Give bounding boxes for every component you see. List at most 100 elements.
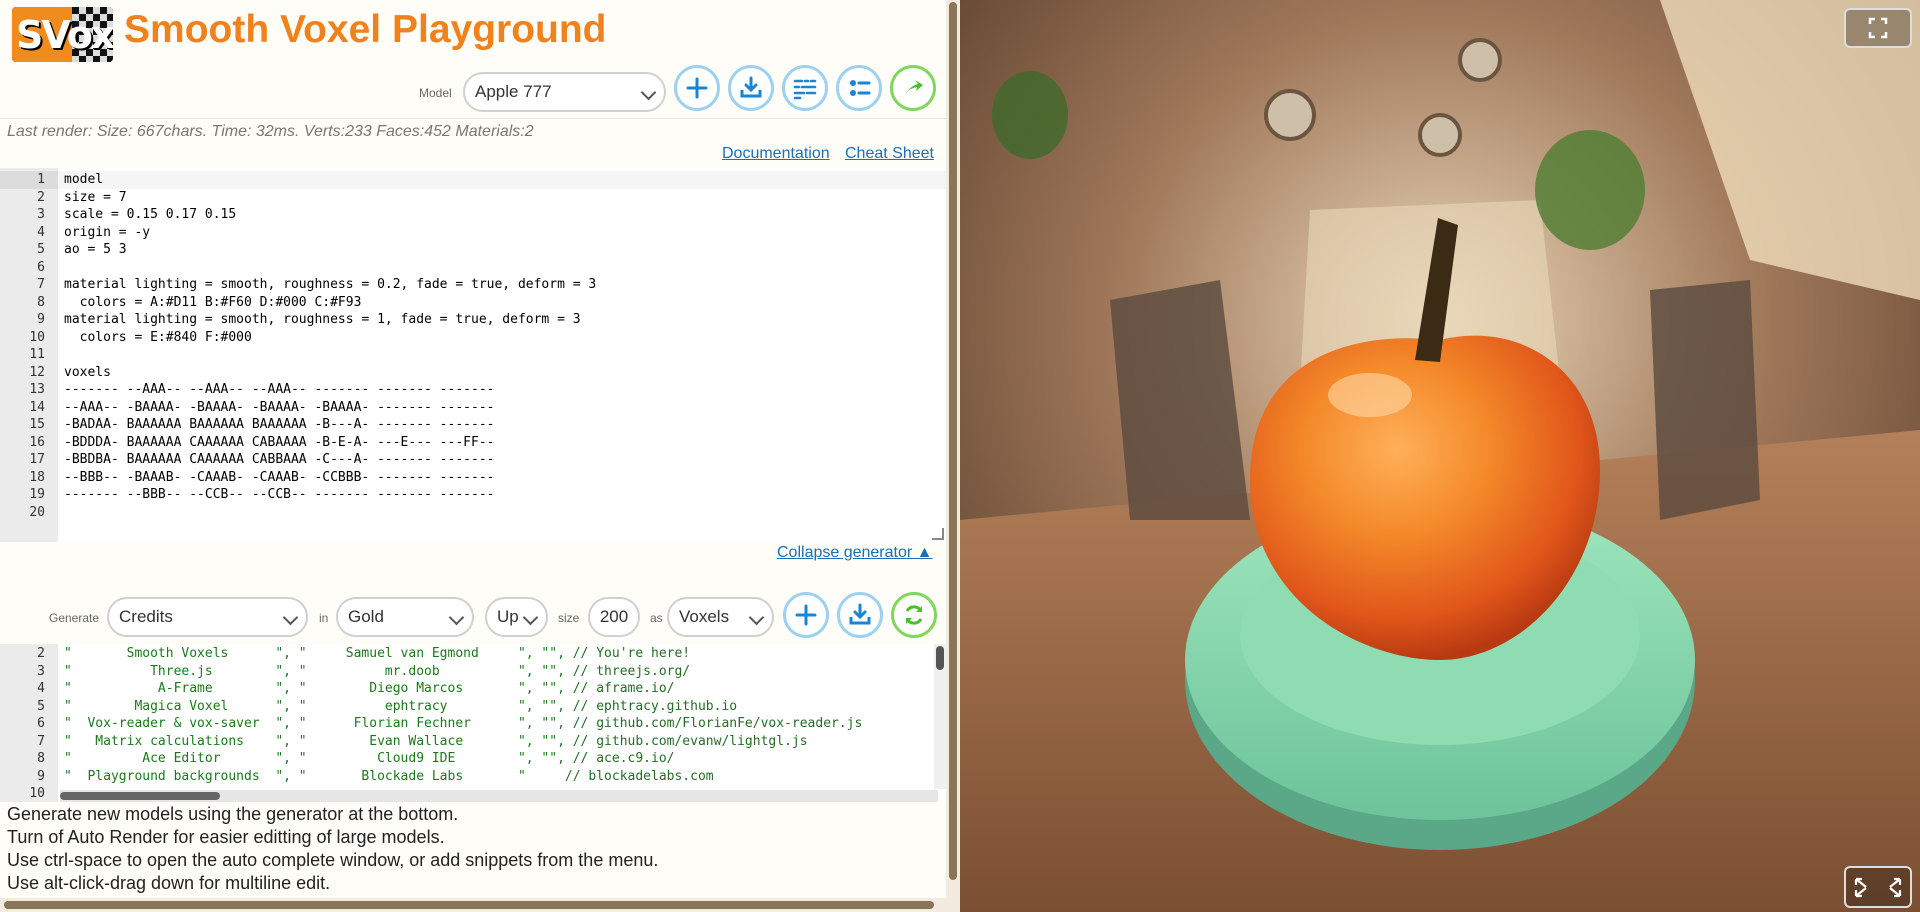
size-input[interactable]: 200 — [588, 597, 640, 637]
code-line[interactable]: 8 colors = A:#D11 B:#F60 D:#000 C:#F93 — [0, 294, 946, 312]
generator-code-editor[interactable]: 2 " Smooth Voxels ", " Samuel van Egmond … — [0, 644, 946, 802]
credit-strings: " Three.js ", " mr.doob ", "", — [64, 663, 573, 679]
code-line[interactable]: 18 --BBB-- -BAAAB- -CAAAB- -CAAAB- -CCBBB… — [0, 469, 946, 487]
credit-comment: // You're here! — [572, 646, 691, 661]
credits-line[interactable]: 5 " Magica Voxel ", " ephtracy ", "", // … — [0, 698, 946, 716]
size-label: size — [558, 611, 580, 625]
panel-vertical-scrollbar[interactable] — [946, 0, 960, 912]
cheat-sheet-link[interactable]: Cheat Sheet — [845, 145, 934, 163]
code-line[interactable]: 6 — [0, 259, 946, 277]
line-number: 4 — [37, 681, 45, 696]
code-text: ao = 5 3 — [64, 242, 127, 257]
expand-view-button[interactable] — [1844, 866, 1912, 908]
code-line[interactable]: 14 --AAA-- -BAAAA- -BAAAA- -BAAAA- -BAAAA… — [0, 399, 946, 417]
generate-new-button[interactable] — [783, 592, 829, 638]
credits-line[interactable]: 8 " Ace Editor ", " Cloud9 IDE ", "", // … — [0, 750, 946, 768]
line-number: 18 — [29, 469, 45, 485]
code-text: " A-Frame ", " Diego Marcos ", "", // af… — [64, 680, 674, 698]
credits-line[interactable]: 7 " Matrix calculations ", " Evan Wallace… — [0, 733, 946, 751]
generate-type-select[interactable]: Credits — [107, 597, 308, 637]
fullscreen-button[interactable] — [1844, 8, 1912, 48]
code-line[interactable]: 12 voxels — [0, 364, 946, 382]
output-format-select[interactable]: Voxels — [667, 597, 774, 637]
scroll-thumb[interactable] — [60, 792, 220, 800]
right-chair — [1650, 280, 1760, 520]
code-line[interactable]: 9 material lighting = smooth, roughness =… — [0, 311, 946, 329]
code-button[interactable] — [782, 65, 828, 111]
status-bar: Last render: Size: 667chars. Time: 32ms.… — [0, 118, 946, 170]
code-line[interactable]: 3 scale = 0.15 0.17 0.15 — [0, 206, 946, 224]
line-number: 14 — [29, 399, 45, 415]
code-text: " Vox-reader & vox-saver ", " Florian Fe… — [64, 715, 862, 733]
code-text: --BBB-- -BAAAB- -CAAAB- -CAAAB- -CCBBB- … — [64, 469, 495, 485]
logo-text: SVox — [16, 13, 113, 57]
line-number: 20 — [29, 504, 45, 520]
3d-viewport[interactable] — [960, 0, 1920, 912]
scroll-thumb[interactable] — [949, 2, 957, 880]
code-text: origin = -y — [64, 224, 151, 240]
code-line[interactable]: 20 — [0, 504, 946, 522]
download-button[interactable] — [728, 65, 774, 111]
output-format-value: Voxels — [679, 607, 730, 626]
code-line[interactable]: 7 material lighting = smooth, roughness =… — [0, 276, 946, 294]
credit-comment: // ephtracy.github.io — [572, 698, 738, 714]
left-plant — [992, 71, 1068, 159]
direction-select[interactable]: Up — [485, 597, 548, 637]
arrow-right-icon — [905, 80, 923, 94]
credits-line[interactable]: 3 " Three.js ", " mr.doob ", "", // three… — [0, 663, 946, 681]
code-line[interactable]: 2 size = 7 — [0, 189, 946, 207]
regenerate-button[interactable] — [891, 592, 937, 638]
line-number: 8 — [37, 294, 45, 310]
code-line[interactable]: 16 -BDDDA- BAAAAAA CAAAAAA CABAAAA -B-E-A… — [0, 434, 946, 452]
code-text: " Magica Voxel ", " ephtracy ", "", // e… — [64, 698, 737, 716]
line-number: 3 — [37, 207, 45, 222]
code-line[interactable]: 11 — [0, 346, 946, 364]
code-text: ------- --AAA-- --AAA-- --AAA-- ------- … — [64, 382, 495, 397]
help-line: Use alt-click-drag down for multiline ed… — [7, 873, 331, 893]
line-number: 9 — [37, 312, 45, 327]
code-line[interactable]: 17 -BBDBA- BAAAAAA CAAAAAA CABBAAA -C---A… — [0, 451, 946, 469]
scene-render — [960, 0, 1920, 912]
resize-handle[interactable] — [932, 528, 944, 540]
settings-button[interactable] — [836, 65, 882, 111]
editor-vertical-scrollbar[interactable] — [934, 644, 946, 789]
chevron-down-icon — [522, 609, 539, 626]
model-select[interactable]: Apple 777 — [463, 72, 666, 112]
code-text: scale = 0.15 0.17 0.15 — [64, 207, 237, 222]
code-line[interactable]: 4 origin = -y — [0, 224, 946, 242]
model-label: Model — [419, 86, 452, 100]
code-line[interactable]: 19 ------- --BBB-- --CCB-- --CCB-- ------… — [0, 486, 946, 504]
app-logo: SVox — [12, 7, 113, 62]
code-text: material lighting = smooth, roughness = … — [64, 277, 597, 292]
generate-download-button[interactable] — [837, 592, 883, 638]
wall-clock — [1264, 89, 1316, 141]
panel-horizontal-scrollbar[interactable] — [0, 898, 946, 912]
scroll-thumb[interactable] — [4, 901, 934, 909]
documentation-link[interactable]: Documentation — [722, 145, 830, 163]
code-line[interactable]: 5 ao = 5 3 — [0, 241, 946, 259]
color-select[interactable]: Gold — [336, 597, 474, 637]
code-line[interactable]: 13 ------- --AAA-- --AAA-- --AAA-- ------… — [0, 381, 946, 399]
line-number: 17 — [29, 452, 45, 467]
scroll-thumb[interactable] — [936, 646, 944, 670]
collapse-generator-link[interactable]: Collapse generator ▲ — [777, 544, 932, 562]
credit-comment: // ace.c9.io/ — [572, 751, 675, 766]
credits-line[interactable]: 2 " Smooth Voxels ", " Samuel van Egmond … — [0, 645, 946, 663]
in-label: in — [319, 611, 329, 625]
credits-line[interactable]: 9 " Playground backgrounds ", " Blockade … — [0, 768, 946, 786]
code-line[interactable]: 10 colors = E:#840 F:#000 — [0, 329, 946, 347]
code-line[interactable]: 15 -BADAA- BAAAAAA BAAAAAA BAAAAAA -B---A… — [0, 416, 946, 434]
help-line: Turn of Auto Render for easier editting … — [7, 827, 445, 847]
credit-comment: // threejs.org/ — [572, 663, 691, 679]
render-button[interactable] — [890, 65, 936, 111]
new-model-button[interactable] — [674, 65, 720, 111]
credits-line[interactable]: 4 " A-Frame ", " Diego Marcos ", "", // a… — [0, 680, 946, 698]
code-text: voxels — [64, 364, 111, 380]
code-line[interactable]: 1 model — [0, 171, 946, 189]
model-code-editor[interactable]: 1 model 2 size = 7 3 scale = 0.15 0.17 0.15 4 o… — [0, 168, 946, 544]
as-label: as — [650, 611, 663, 625]
app-title: Smooth Voxel Playground — [124, 8, 607, 51]
editor-horizontal-scrollbar[interactable] — [60, 790, 938, 802]
credits-line[interactable]: 6 " Vox-reader & vox-saver ", " Florian F… — [0, 715, 946, 733]
settings-icon — [850, 80, 871, 96]
